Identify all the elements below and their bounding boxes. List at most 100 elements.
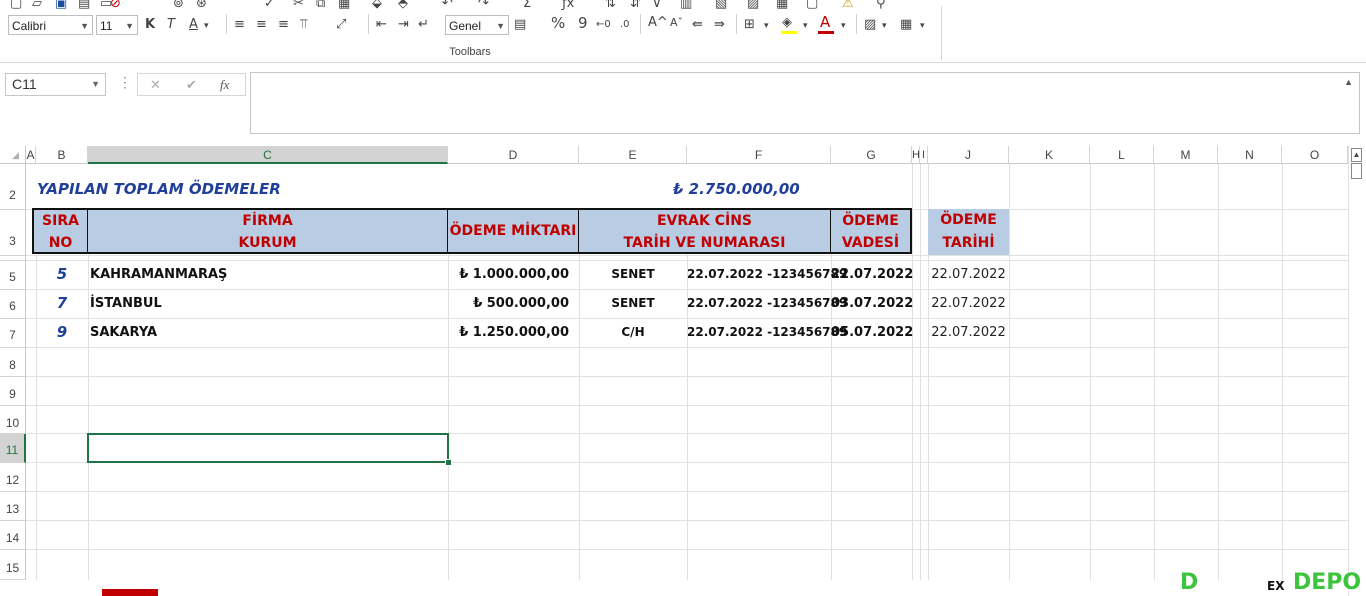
outdent-icon[interactable]: ⇚	[692, 18, 703, 32]
col-header-l[interactable]: L	[1090, 146, 1154, 164]
name-box[interactable]: C11 ▼	[5, 73, 106, 96]
col-header-a[interactable]: A	[26, 146, 36, 164]
row-header-9[interactable]: 9	[0, 377, 26, 406]
font-size-combo[interactable]: 11 ▼	[96, 15, 138, 35]
row-header-13[interactable]: 13	[0, 492, 26, 521]
conditional-format-icon[interactable]: ▨	[864, 18, 876, 32]
copy-icon[interactable]: ⧉	[316, 0, 325, 11]
row-header-7[interactable]: 7	[0, 319, 26, 348]
col-header-m[interactable]: M	[1154, 146, 1218, 164]
check-icon[interactable]: ✓	[264, 0, 275, 11]
worksheet-grid[interactable]: ◢ A B C D E F G H I J K L M N O 2 3 5 6 …	[0, 146, 1366, 596]
wrap-text-icon[interactable]: ↵	[418, 18, 429, 32]
chevron-up-icon[interactable]: ▲	[1344, 77, 1353, 87]
shrink-font-icon[interactable]: Aˇ	[670, 16, 683, 30]
font-name-combo[interactable]: Calibri ▼	[8, 15, 93, 35]
col-header-b[interactable]: B	[36, 146, 88, 164]
col-header-o[interactable]: O	[1282, 146, 1348, 164]
paste-icon[interactable]: ▦	[338, 0, 350, 11]
redo-icon[interactable]: ↷	[478, 0, 489, 11]
orientation-icon[interactable]: ⤢	[336, 18, 346, 32]
fill-color-icon[interactable]: ◈	[782, 16, 792, 30]
spell-icon[interactable]: ⊛	[196, 0, 207, 11]
zoom-icon[interactable]: ⚲	[876, 0, 886, 11]
align-left-icon[interactable]: ≡	[234, 18, 245, 32]
decrease-decimal-icon[interactable]: .0	[620, 18, 630, 32]
comment-icon[interactable]: ▢	[806, 0, 818, 11]
underline-button[interactable]: A	[189, 18, 198, 32]
col-header-i[interactable]: I	[920, 146, 928, 164]
enter-icon[interactable]: ✔	[186, 77, 197, 93]
col-header-g[interactable]: G	[831, 146, 912, 164]
chevron-down-icon[interactable]: ▾	[841, 19, 846, 33]
bold-button[interactable]: K	[145, 18, 155, 32]
sheet-tab[interactable]	[102, 589, 158, 596]
chevron-down-icon[interactable]: ▾	[204, 19, 209, 33]
drawing-icon[interactable]: ▨	[747, 0, 759, 11]
indent-icon[interactable]: ⇛	[714, 18, 725, 32]
filter-icon[interactable]: ⊽	[652, 0, 662, 11]
col-header-e[interactable]: E	[579, 146, 687, 164]
formula-input[interactable]: ▲	[250, 72, 1360, 134]
format-table-icon[interactable]: ▦	[900, 18, 912, 32]
row-header-15[interactable]: 15	[0, 550, 26, 580]
indent-decrease-icon[interactable]: ⇤	[376, 18, 387, 32]
format-painter-icon[interactable]: ⬙	[372, 0, 382, 11]
align-center-icon[interactable]: ≡	[256, 18, 267, 32]
row-header-11[interactable]: 11	[0, 434, 26, 463]
currency-icon[interactable]: ▤	[514, 18, 526, 32]
chevron-down-icon[interactable]: ▾	[764, 19, 769, 33]
cancel-icon[interactable]: ✕	[150, 77, 161, 93]
col-header-h[interactable]: H	[912, 146, 920, 164]
stop-icon[interactable]: ⊘	[110, 0, 121, 11]
indent-increase-icon[interactable]: ⇥	[398, 18, 409, 32]
font-color-icon[interactable]: A	[820, 15, 830, 30]
chart-icon[interactable]: ▥	[680, 0, 692, 11]
clear-icon[interactable]: ⬘	[398, 0, 408, 11]
col-header-n[interactable]: N	[1218, 146, 1282, 164]
row-header-12[interactable]: 12	[0, 463, 26, 492]
row-header-14[interactable]: 14	[0, 521, 26, 550]
warning-icon[interactable]: ⚠	[842, 0, 854, 11]
function-icon[interactable]: ƒx	[562, 0, 574, 11]
percent-button[interactable]: %	[551, 16, 565, 31]
new-file-icon[interactable]: ▢	[10, 0, 22, 11]
col-header-f[interactable]: F	[687, 146, 831, 164]
row-header-8[interactable]: 8	[0, 348, 26, 377]
row-header-10[interactable]: 10	[0, 406, 26, 434]
vertical-scrollbar[interactable]: ▲	[1348, 146, 1365, 596]
align-right-icon[interactable]: ≡	[278, 18, 289, 32]
col-header-c[interactable]: C	[88, 146, 448, 164]
scroll-thumb[interactable]	[1351, 163, 1362, 179]
scroll-up-button[interactable]: ▲	[1351, 148, 1362, 162]
save-icon[interactable]: ▣	[55, 0, 67, 11]
select-all-corner[interactable]: ◢	[0, 146, 26, 164]
picture-icon[interactable]: ▧	[715, 0, 727, 11]
col-header-j[interactable]: J	[928, 146, 1009, 164]
cut-icon[interactable]: ✂	[293, 0, 304, 11]
sort-desc-icon[interactable]: ⇵	[630, 0, 641, 11]
row-header-2[interactable]: 2	[0, 164, 26, 210]
grow-font-icon[interactable]: A^	[648, 16, 668, 30]
insert-function-icon[interactable]: fx	[220, 77, 229, 93]
table-icon[interactable]: ▦	[776, 0, 788, 11]
selected-cell[interactable]	[87, 433, 449, 463]
chevron-down-icon[interactable]: ▾	[920, 19, 925, 33]
row-header-3[interactable]: 3	[0, 210, 26, 256]
chevron-down-icon[interactable]: ▾	[882, 19, 887, 33]
row-header-5[interactable]: 5	[0, 261, 26, 290]
open-file-icon[interactable]: ▱	[32, 0, 42, 11]
sort-asc-icon[interactable]: ⇅	[605, 0, 616, 11]
sum-icon[interactable]: Σ	[523, 0, 531, 11]
row-header-6[interactable]: 6	[0, 290, 26, 319]
number-format-combo[interactable]: Genel ▼	[445, 15, 509, 35]
comma-button[interactable]: 9	[578, 16, 588, 31]
col-header-d[interactable]: D	[448, 146, 579, 164]
col-header-k[interactable]: K	[1009, 146, 1090, 164]
fill-handle[interactable]	[445, 459, 452, 466]
print-icon[interactable]: ▤	[78, 0, 90, 11]
align-top-icon[interactable]: ⫪	[300, 18, 307, 32]
chevron-down-icon[interactable]: ▾	[803, 19, 808, 33]
increase-decimal-icon[interactable]: ←0	[596, 18, 611, 32]
undo-icon[interactable]: ↶	[442, 0, 453, 11]
